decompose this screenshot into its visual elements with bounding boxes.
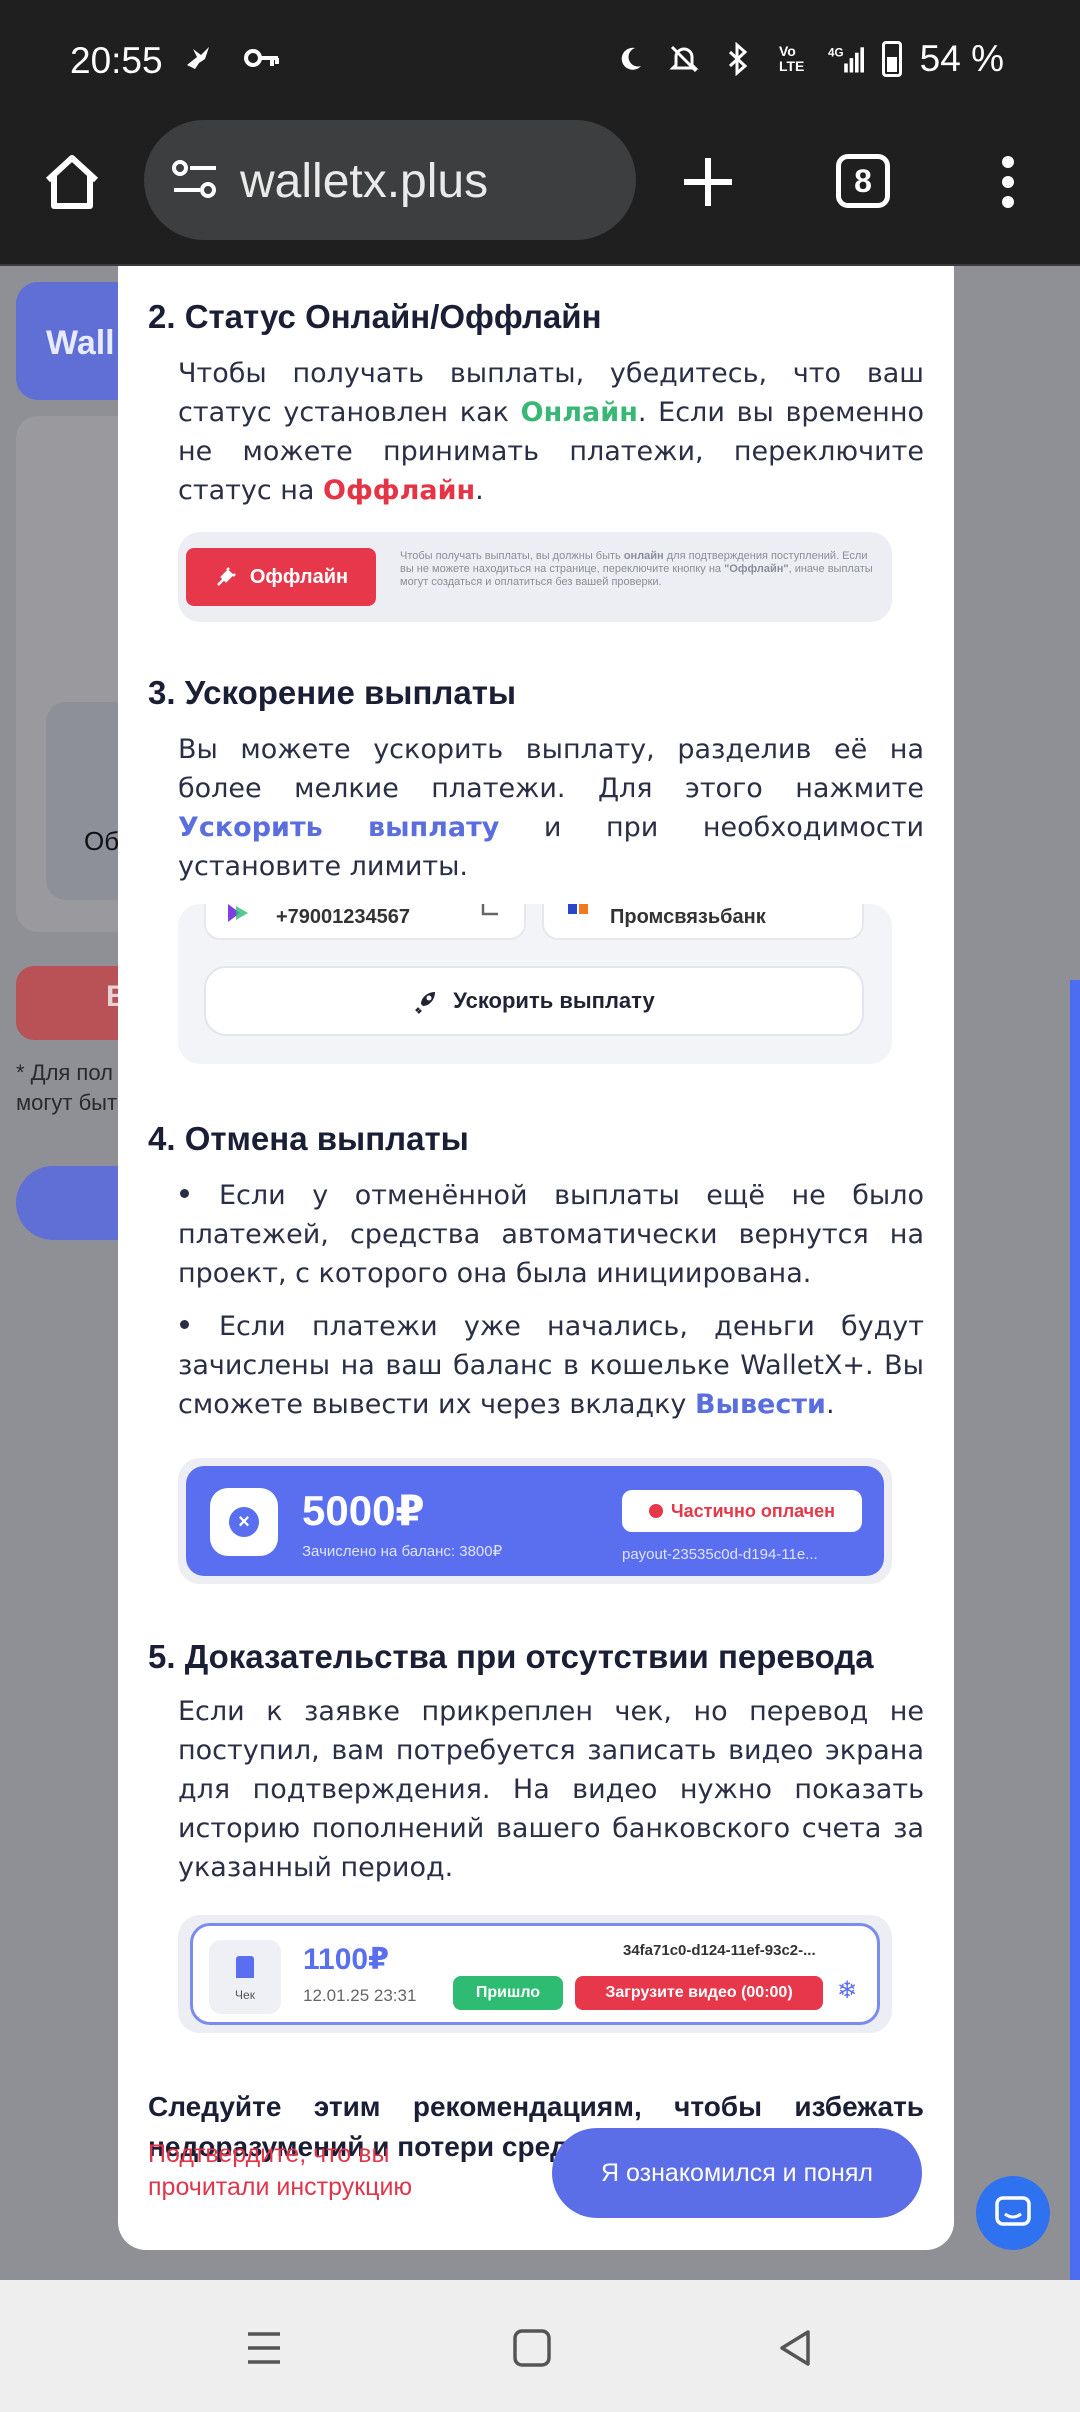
illustration-speed-up-button: Ускорить выплату [204,966,864,1036]
svg-text:4G: 4G [828,46,844,59]
sbp-icon [228,904,248,922]
status-time: 20:55 [70,40,163,81]
signal-icon: 4G [828,39,864,79]
text-fragment: . [475,475,484,506]
section-text: Вы можете ускорить выплату, разделив её … [178,730,924,886]
illustration-upload-video-badge: Загрузите видео (00:00) [575,1976,823,2010]
back-icon[interactable] [772,2324,820,2372]
overflow-menu-icon[interactable] [992,150,1024,214]
bank-logo-icon [568,904,588,914]
section-text: Чтобы получать выплаты, убедитесь, что в… [178,354,924,510]
illustration-credited-text: Зачислено на баланс: 3800₽ [302,1543,503,1560]
snowflake-icon: ❄ [837,1977,858,2004]
section-title: 4. Отмена выплаты [148,1120,469,1157]
url-text: walletx.plus [240,155,489,208]
illustration-status-label: Частично оплачен [670,1500,836,1521]
instructions-modal: 2. Статус Онлайн/Оффлайн Чтобы получать … [118,266,954,2250]
receipt-icon: Чек [209,1940,281,2014]
offline-toggle-illustration: Оффлайн Чтобы получать выплаты, вы должн… [178,532,892,622]
battery-level: 54 % [919,38,1004,79]
volte-icon: Vo LTE [778,43,805,74]
modal-content: 2. Статус Онлайн/Оффлайн Чтобы получать … [148,296,924,2167]
key-icon [244,38,280,78]
cancel-icon: × [210,1488,278,1556]
illustration-payout-id: payout-23535c0d-d194-11e... [622,1546,818,1563]
illustration-hint-text: Чтобы получать выплаты, вы должны быть о… [400,550,880,589]
text-fragment: онлайн [623,550,664,562]
illustration-receipt-amount: 1100₽ [303,1943,389,1976]
mute-icon [666,39,702,79]
background-note-line: * Для пол [16,1060,113,1085]
illustration-receipt-date: 12.01.25 23:31 [303,1986,417,2005]
online-label: Онлайн [520,397,638,428]
system-navigation-bar [0,2280,1080,2412]
confirm-warning: Подтвердите, что вы прочитали инструкцию [148,2140,413,2201]
text-fragment: Вы можете ускорить выплату, разделив её … [178,734,924,804]
bluetooth-icon [720,39,756,79]
home-icon[interactable] [40,150,104,214]
illustration-bank-field: Промсвязьбанк [542,904,864,940]
list-item-text: Если у отменённой выплаты ещё не было пл… [178,1180,924,1289]
browser-toolbar: walletx.plus 8 [0,118,1080,266]
battery-icon [881,41,902,77]
illustration-payout-card: × 5000₽ Зачислено на баланс: 3800₽ Части… [186,1466,884,1576]
illustration-offline-button: Оффлайн [186,548,376,606]
copy-icon [481,904,498,916]
section-title: 5. Доказательства при отсутствии перевод… [148,1638,874,1675]
status-dot-icon [648,1504,663,1518]
bullet [180,1189,189,1198]
page-scrollbar[interactable] [1070,980,1080,2280]
bullet [180,1320,189,1329]
illustration-phone: +79001234567 [276,906,411,928]
new-tab-icon[interactable] [680,154,736,210]
section-title: 3. Ускорение выплаты [148,674,517,711]
section-text: Если к заявке прикреплен чек, но перевод… [178,1696,924,1883]
illustration-speed-up-label: Ускорить выплату [453,988,655,1013]
bird-icon [180,38,216,78]
recent-apps-icon[interactable] [240,2324,288,2372]
illustration-status-badge: Частично оплачен [622,1490,862,1532]
background-note-line: могут быт [16,1090,118,1115]
illustration-offline-label: Оффлайн [249,565,349,588]
offline-label: Оффлайн [323,475,476,506]
tab-switcher-button[interactable]: 8 [836,154,890,208]
list-item: Если платежи уже начались, деньги будут … [178,1307,924,1424]
status-bar: 20:55 Vo LTE 4G 54 % [0,0,1080,118]
speed-up-link: Ускорить выплату [178,812,500,843]
text-fragment: "Оффлайн" [724,563,789,575]
rocket-icon [415,992,436,1014]
section-title: 2. Статус Онлайн/Оффлайн [148,298,602,335]
site-settings-icon[interactable] [170,158,220,202]
home-nav-icon[interactable] [508,2324,556,2372]
illustration-phone-field: +79001234567 [204,904,526,940]
illustration-arrived-badge: Пришло [453,1976,563,2010]
speed-up-illustration: +79001234567 Промсвязьбанк Ускорить выпл… [178,904,892,1064]
partial-payout-illustration: × 5000₽ Зачислено на баланс: 3800₽ Части… [178,1458,892,1584]
receipt-video-illustration: Чек 1100₽ 12.01.25 23:31 34fa71c0-d124-1… [178,1915,892,2033]
confirm-read-button[interactable]: Я ознакомился и понял [552,2128,922,2218]
text-fragment: Чтобы получать выплаты, вы должны быть [400,550,624,562]
list-item: Если у отменённой выплаты ещё не было пл… [178,1176,924,1293]
withdraw-link: Вывести [694,1389,826,1420]
background-card-text: Об [84,826,120,856]
moon-icon [612,39,648,79]
cancel-rules-list: Если у отменённой выплаты ещё не было пл… [178,1176,924,1424]
address-bar[interactable]: walletx.plus [144,120,636,240]
illustration-bank: Промсвязьбанк [610,906,766,928]
plug-icon [216,567,236,586]
chat-icon [995,2196,1031,2226]
background-note: * Для пол могут быт [16,1058,117,1118]
illustration-payout-amount: 5000₽ [302,1487,425,1534]
text-fragment: . [825,1389,835,1420]
illustration-receipt-card: Чек 1100₽ 12.01.25 23:31 34fa71c0-d124-1… [190,1923,880,2025]
chat-support-button[interactable] [976,2176,1050,2250]
illustration-receipt-id: 34fa71c0-d124-11ef-93c2-... [623,1942,816,1959]
